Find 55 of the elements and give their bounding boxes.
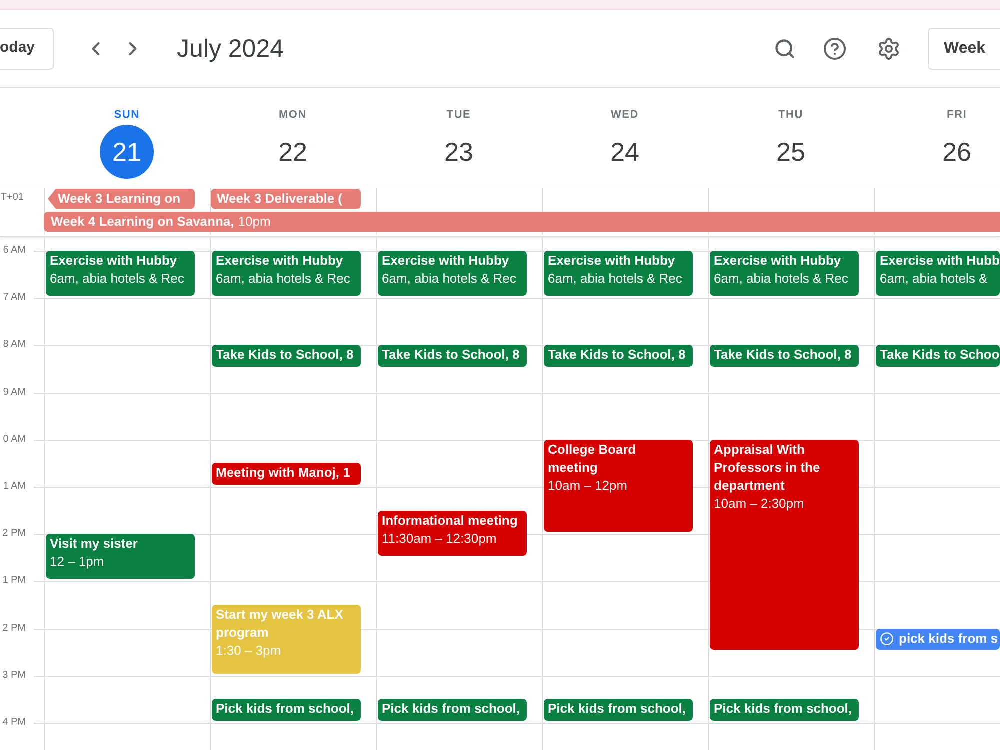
event-chip[interactable]: Take Kids to School, 8: [710, 345, 859, 367]
event-chip[interactable]: Take Kids to Schoo: [876, 345, 1000, 367]
event-chip[interactable]: Visit my sister 12 – 1pm: [46, 534, 195, 580]
weekday-label: TUE: [446, 108, 472, 123]
hour-label: 4 PM: [2, 717, 26, 729]
hour-label: 1 AM: [2, 481, 26, 493]
view-select-button[interactable]: Week: [928, 28, 1000, 70]
today-button[interactable]: oday: [0, 28, 54, 70]
help-icon: [823, 36, 847, 60]
date-button[interactable]: 24: [598, 125, 652, 179]
all-day-event-chip[interactable]: Week 3 Deliverable (: [211, 189, 361, 209]
all-day-event-chip[interactable]: Week 4 Learning on Savanna, 10pm: [44, 212, 1000, 232]
date-button[interactable]: 25: [764, 125, 818, 179]
event-chip[interactable]: Appraisal With Professors in the department 10am – 2:30pm: [710, 440, 859, 650]
weekday-label: THU: [778, 108, 804, 123]
weekday-label: MON: [278, 108, 308, 123]
event-chip[interactable]: Exercise with Hubb 6am, abia hotels &: [876, 251, 1000, 296]
event-chip[interactable]: Exercise with Hubby 6am, abia hotels & Rec: [212, 251, 361, 296]
event-chip[interactable]: College Board meeting 10am – 12pm: [544, 440, 693, 532]
weekday-label: FRI: [946, 108, 968, 123]
task-chip[interactable]: pick kids from s: [876, 628, 1000, 650]
hour-label: 8 AM: [2, 339, 26, 352]
hour-label: 7 AM: [2, 292, 26, 304]
event-chip[interactable]: Exercise with Hubby 6am, abia hotels & Rec: [710, 251, 859, 296]
event-chip[interactable]: Meeting with Manoj, 1: [212, 463, 361, 485]
hour-label: 6 AM: [2, 245, 26, 257]
event-chip[interactable]: Exercise with Hubby 6am, abia hotels & Rec: [378, 251, 527, 296]
event-chip[interactable]: Informational meeting 11:30am – 12:30pm: [378, 510, 527, 556]
hour-label: 9 AM: [2, 386, 26, 399]
date-button[interactable]: 21: [100, 125, 154, 179]
hour-label: 3 PM: [2, 670, 26, 682]
timezone-label: T+01: [0, 192, 25, 204]
weekday-label: SUN: [114, 108, 140, 123]
hour-label: 2 PM: [2, 622, 26, 635]
hour-label: 2 PM: [2, 528, 26, 540]
check-circle-icon: [880, 632, 894, 646]
hour-label: 1 PM: [2, 575, 26, 588]
date-button[interactable]: 23: [432, 125, 486, 179]
event-chip[interactable]: Pick kids from school,: [544, 699, 693, 721]
event-chip[interactable]: Take Kids to School, 8: [378, 345, 527, 367]
event-chip[interactable]: Pick kids from school,: [212, 699, 361, 721]
month-title: July 2024: [177, 34, 284, 64]
settings-icon: [877, 36, 901, 60]
date-button[interactable]: 22: [266, 125, 320, 179]
hour-label: 0 AM: [2, 434, 26, 446]
search-icon: [774, 38, 796, 60]
event-chip[interactable]: Pick kids from school,: [378, 699, 527, 721]
all-day-event-chip[interactable]: Week 3 Learning on: [48, 189, 195, 209]
event-chip[interactable]: Exercise with Hubby 6am, abia hotels & Rec: [544, 251, 693, 296]
event-chip[interactable]: Pick kids from school,: [710, 699, 859, 721]
event-chip[interactable]: Take Kids to School, 8: [544, 345, 693, 367]
weekday-label: WED: [610, 108, 640, 123]
event-chip[interactable]: Exercise with Hubby 6am, abia hotels & Rec: [46, 251, 195, 296]
event-chip[interactable]: Take Kids to School, 8: [212, 345, 361, 367]
date-button[interactable]: 26: [930, 125, 984, 179]
